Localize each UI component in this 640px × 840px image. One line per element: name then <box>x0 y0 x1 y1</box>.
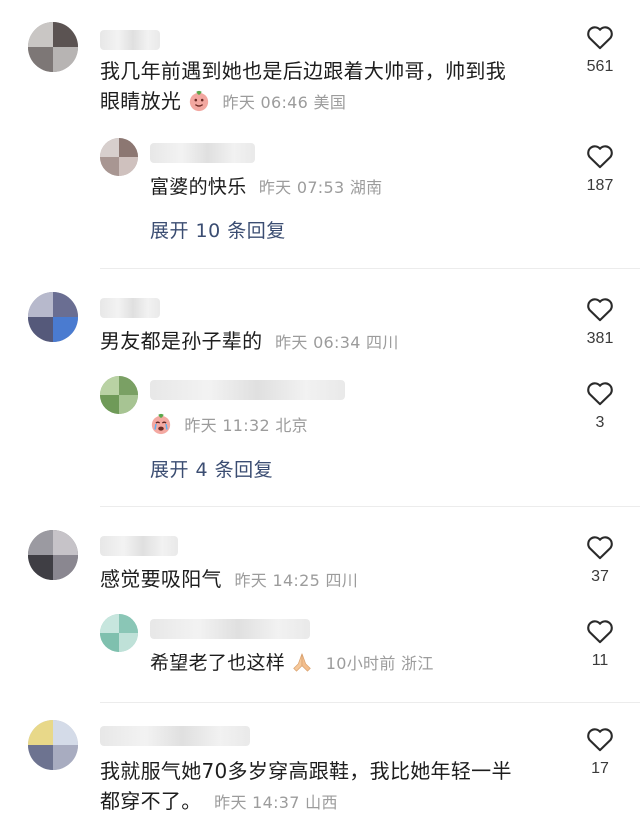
reply-like-button[interactable]: 3 <box>570 380 630 432</box>
heart-icon <box>587 298 613 322</box>
divider <box>100 702 640 703</box>
avatar[interactable] <box>28 22 78 72</box>
heart-icon <box>587 620 613 644</box>
username-blurred[interactable] <box>100 536 178 556</box>
reply-meta: 昨天 11:32 北京 <box>184 416 308 435</box>
reply-avatar[interactable] <box>100 376 138 414</box>
comment-text-line1: 我就服气她70多岁穿高跟鞋，我比她年轻一半 <box>100 759 512 783</box>
reply-avatar[interactable] <box>100 614 138 652</box>
comment-text-line1: 我几年前遇到她也是后边跟着大帅哥，帅到我 <box>100 59 506 83</box>
comment-text-line2: 都穿不了。 <box>100 789 202 813</box>
comment-text: 我几年前遇到她也是后边跟着大帅哥，帅到我 眼睛放光 昨天 06:46 美国 <box>100 56 506 118</box>
like-button[interactable]: 17 <box>570 726 630 778</box>
username-blurred[interactable] <box>100 726 250 746</box>
expand-replies-link[interactable]: 展开 4 条回复 <box>150 455 273 482</box>
username-blurred[interactable] <box>100 298 160 318</box>
like-count: 17 <box>591 760 609 777</box>
reply-username-blurred[interactable] <box>150 619 310 639</box>
reply-text: 昨天 11:32 北京 <box>150 410 308 441</box>
reply-like-count: 187 <box>586 177 614 194</box>
avatar[interactable] <box>28 530 78 580</box>
avatar[interactable] <box>28 292 78 342</box>
avatar[interactable] <box>28 720 78 770</box>
reply-username-blurred[interactable] <box>150 143 255 163</box>
like-count: 37 <box>591 568 609 585</box>
like-count: 381 <box>586 330 614 347</box>
comment-text: 感觉要吸阳气 昨天 14:25 四川 <box>100 564 358 596</box>
like-count: 561 <box>586 58 614 75</box>
comment-meta: 昨天 06:34 四川 <box>275 333 399 352</box>
drooling-face-emoji-icon <box>189 90 209 112</box>
divider <box>100 268 640 269</box>
like-button[interactable]: 381 <box>570 296 630 348</box>
comment-meta: 昨天 14:25 四川 <box>234 571 359 590</box>
reply-like-count: 3 <box>595 414 605 431</box>
reply-text: 希望老了也这样 10小时前 浙江 <box>150 648 434 679</box>
reply-username-blurred[interactable] <box>150 380 345 400</box>
reply-text-content: 富婆的快乐 <box>150 176 247 198</box>
heart-icon <box>587 536 613 560</box>
comment-meta: 昨天 06:46 美国 <box>222 93 347 112</box>
reply-like-button[interactable]: 187 <box>570 143 630 195</box>
comment-text: 男友都是孙子辈的 昨天 06:34 四川 <box>100 326 399 358</box>
comment-meta: 昨天 14:37 山西 <box>214 793 338 812</box>
divider <box>100 506 640 507</box>
reply-like-button[interactable]: 11 <box>570 618 630 670</box>
heart-icon <box>587 145 613 169</box>
heart-icon <box>587 382 613 406</box>
reply-meta: 10小时前 浙江 <box>325 654 434 673</box>
like-button[interactable]: 37 <box>570 534 630 586</box>
reply-text: 富婆的快乐 昨天 07:53 湖南 <box>150 172 382 203</box>
praying-hands-emoji-icon <box>293 653 312 672</box>
reply-like-count: 11 <box>591 652 609 669</box>
heart-icon <box>587 26 613 50</box>
expand-replies-link[interactable]: 展开 10 条回复 <box>150 216 286 243</box>
comment-text-content: 感觉要吸阳气 <box>100 567 222 591</box>
comment-text-content: 男友都是孙子辈的 <box>100 329 263 353</box>
username-blurred[interactable] <box>100 30 160 50</box>
like-button[interactable]: 561 <box>570 24 630 76</box>
heart-icon <box>587 728 613 752</box>
reply-avatar[interactable] <box>100 138 138 176</box>
crying-face-emoji-icon <box>151 413 171 435</box>
reply-text-content: 希望老了也这样 <box>150 652 286 674</box>
comment-text: 我就服气她70多岁穿高跟鞋，我比她年轻一半 都穿不了。 昨天 14:37 山西 <box>100 756 512 818</box>
comment-text-line2: 眼睛放光 <box>100 89 182 113</box>
reply-meta: 昨天 07:53 湖南 <box>258 178 383 197</box>
